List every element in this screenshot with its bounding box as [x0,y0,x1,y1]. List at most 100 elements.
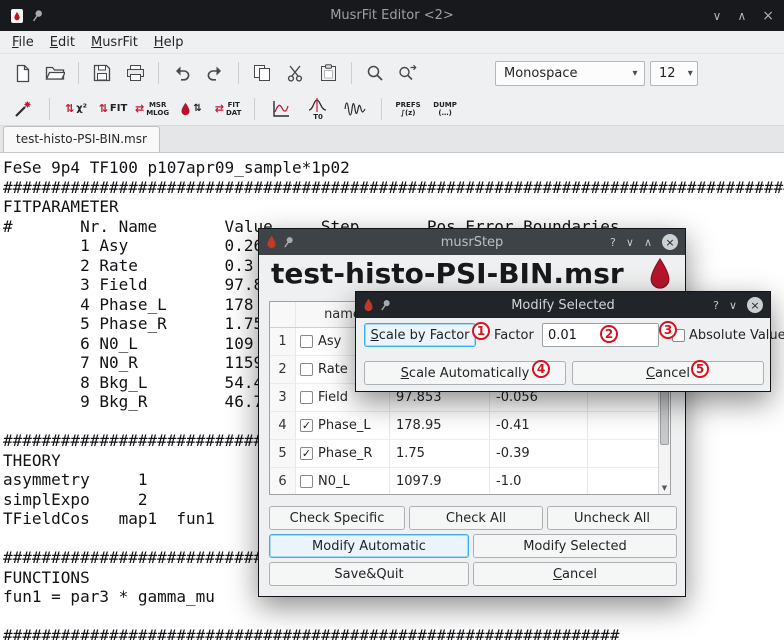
modify-automatic-button[interactable]: Modify Automatic [269,534,469,558]
row-number: 4 [270,412,296,439]
toolbar-separator [158,62,159,84]
open-file-button[interactable] [41,59,69,87]
updown-arrows-icon: ⇅ [193,103,201,114]
modify-selected-button[interactable]: Modify Selected [473,534,677,558]
tab-msr-file[interactable]: test-histo-PSI-BIN.msr [3,126,160,152]
param-name: N0_L [318,474,350,489]
help-button[interactable]: ? [713,299,719,312]
minimize-button[interactable]: ∨ [729,299,737,312]
chevron-down-icon: ▾ [684,68,697,79]
musrview-button[interactable] [340,94,370,124]
musrwiz-button[interactable] [8,94,38,124]
maximize-button[interactable]: ∧ [644,236,652,249]
close-button[interactable]: × [747,297,763,313]
copy-icon [253,64,271,82]
cut-button[interactable] [281,59,309,87]
menu-item-musrfit[interactable]: MusrFit [83,33,146,52]
musrt0-button[interactable]: T0 [303,94,333,124]
menubar: File Edit MusrFit Help [0,31,784,54]
menu-item-help[interactable]: Help [146,33,192,52]
t0-peak-icon [308,97,328,113]
file-heading: test-histo-PSI-BIN.msr [271,257,624,290]
param-step: -1.0 [490,468,588,495]
check-all-button[interactable]: Check All [409,506,543,530]
row-checkbox[interactable]: ✓ [300,447,313,460]
table-row: 5 ✓Phase_R 1.75 -0.39 [270,440,660,468]
copy-button[interactable] [248,59,276,87]
close-button[interactable]: × [762,8,774,24]
help-button[interactable]: ? [610,236,616,249]
musrfit-button[interactable]: ⇅FIT [98,94,128,124]
menu-item-edit[interactable]: Edit [42,33,83,52]
print-button[interactable] [121,59,149,87]
font-family-select[interactable]: Monospace ▾ [495,61,645,86]
msr-mlog-swap-button[interactable]: ⇄MSRMLOG [135,94,169,124]
annotation-5: 5 [691,360,709,378]
save-icon [93,64,111,82]
chevron-down-icon: ▾ [626,68,644,79]
toolbar-separator [49,98,50,120]
window-titlebar[interactable]: MusrFit Editor <2> ∨ ∧ × [0,0,784,31]
row-checkbox[interactable] [300,363,313,376]
plot-axes-icon [271,99,291,119]
find-button[interactable] [361,59,389,87]
musrdump-button[interactable]: DUMP(…) [430,94,460,124]
row-checkbox[interactable] [300,475,313,488]
swap-arrows-icon: ⇄ [215,102,224,115]
musrprefs-button[interactable]: PREFS∫(z) [393,94,423,124]
t0-label: T0 [313,113,323,121]
updown-arrows-icon: ⇅ [99,102,108,115]
row-checkbox[interactable] [300,391,313,404]
scale-by-factor-button[interactable]: Scale by Factor [364,323,476,347]
mupp-button[interactable] [266,94,296,124]
save-quit-button[interactable]: Save&Quit [269,562,469,586]
close-button[interactable]: × [662,234,678,250]
toolbar-musr: ⇅χ² ⇅FIT ⇄MSRMLOG ⇅ ⇄FITDAT T0 PREFS∫(z)… [0,92,784,126]
param-name: Phase_R [318,446,372,461]
param-name: Field [318,390,348,405]
new-file-button[interactable] [8,59,36,87]
param-value: 1097.9 [390,468,490,495]
check-specific-button[interactable]: Check Specific [269,506,405,530]
row-checkbox[interactable]: ✓ [300,419,313,432]
dialog-titlebar[interactable]: Modify Selected ? ∨ × [356,292,770,318]
calc-chisq-button[interactable]: ⇅χ² [61,94,91,124]
scroll-down-button[interactable]: ▼ [659,481,670,494]
param-name: Asy [318,334,341,349]
paste-button[interactable] [314,59,342,87]
maximize-button[interactable]: ∧ [737,9,746,23]
undo-button[interactable] [168,59,196,87]
scissors-icon [286,64,304,82]
row-number: 1 [270,328,296,355]
redo-button[interactable] [201,59,229,87]
menu-item-file[interactable]: File [4,33,42,52]
prefs-sub-label: ∫(z) [396,109,421,117]
toolbar-separator [238,62,239,84]
app-icon [10,8,24,24]
msr2data-button[interactable]: ⇄FITDAT [213,94,243,124]
dump-label: DUMP [433,101,457,109]
row-checkbox[interactable] [300,335,313,348]
find-replace-button[interactable] [394,59,422,87]
prefs-label: PREFS [396,101,421,109]
fit-label: FIT [110,103,127,114]
minimize-button[interactable]: ∨ [626,236,634,249]
cancel-button[interactable]: Cancel [572,361,764,385]
cancel-button[interactable]: Cancel [473,562,677,586]
absolute-value-label: Absolute Value [689,328,784,343]
musrfit-logo-icon [647,257,673,290]
font-family-value: Monospace [496,66,626,81]
undo-icon [172,64,192,82]
minimize-button[interactable]: ∨ [713,9,722,23]
param-step: -0.39 [490,440,588,467]
font-size-select[interactable]: 12 ▾ [650,61,698,86]
corner-cell [270,302,296,327]
dialog-titlebar[interactable]: musrStep ? ∨ ∧ × [259,229,685,255]
musrstep-button[interactable]: ⇅ [176,94,206,124]
toolbar-separator [254,98,255,120]
param-value: 178.95 [390,412,490,439]
uncheck-all-button[interactable]: Uncheck All [547,506,677,530]
annotation-2: 2 [600,325,618,343]
save-file-button[interactable] [88,59,116,87]
factor-label: Factor [494,328,534,343]
